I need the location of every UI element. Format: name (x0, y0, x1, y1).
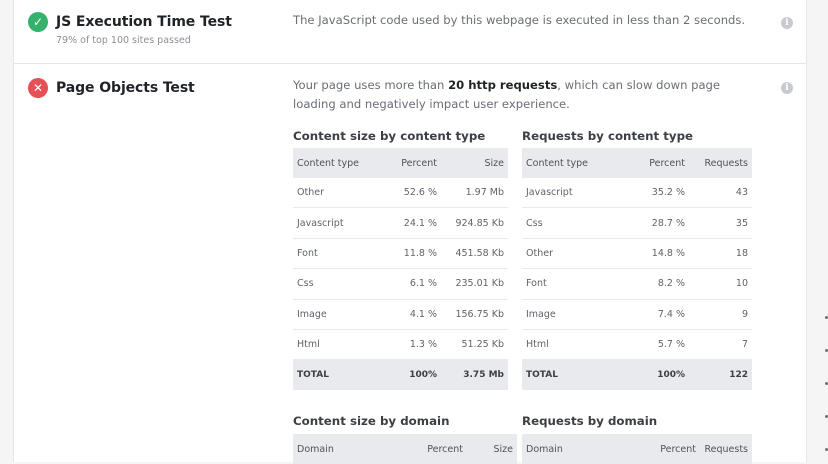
table-row: Other 14.8 % 18 (522, 238, 752, 270)
table-header: Domain Percent Size (293, 434, 517, 464)
table-cell: 5.7 % (612, 329, 689, 361)
table-cell: 10 (689, 268, 752, 300)
table-cell: Font (293, 238, 383, 270)
table-cell: 35 (689, 207, 752, 239)
table-header: Content type Percent Requests (522, 148, 752, 178)
table-cell: 9 (689, 299, 752, 330)
table-cell: 6.1 % (383, 268, 441, 300)
table-row: Html 1.3 % 51.25 Kb (293, 329, 508, 361)
col-header: Percent (612, 148, 689, 178)
total-cell: TOTAL (293, 359, 383, 390)
col-header: Percent (383, 148, 441, 178)
size-by-domain-table: Domain Percent Size (293, 434, 517, 464)
table-cell: 924.85 Kb (441, 207, 508, 239)
x-icon: ✕ (28, 78, 48, 98)
table-row: Image 7.4 % 9 (522, 299, 752, 330)
table-cell: 18 (689, 238, 752, 270)
size-by-type-table: Content type Percent Size Other 52.6 % 1.9… (293, 148, 508, 390)
seo-report-panel: ✓ JS Execution Time Test 79% of top 100 … (13, 0, 807, 464)
requests-by-domain-title: Requests by domain (522, 414, 658, 428)
col-header: Size (467, 434, 517, 464)
table-row: Font 11.8 % 451.58 Kb (293, 238, 508, 270)
total-cell: 100% (383, 359, 441, 390)
col-header: Domain (522, 434, 616, 464)
total-cell: 100% (612, 359, 689, 390)
table-row: Font 8.2 % 10 (522, 268, 752, 300)
table-cell: Css (522, 207, 612, 239)
table-row: Other 52.6 % 1.97 Mb (293, 178, 508, 209)
check-icon: ✓ (28, 12, 48, 32)
info-icon[interactable]: i (781, 82, 793, 94)
table-cell: Javascript (522, 178, 612, 209)
col-header: Requests (700, 434, 752, 464)
col-header: Domain (293, 434, 387, 464)
table-cell: 51.25 Kb (441, 329, 508, 361)
size-by-domain-title: Content size by domain (293, 414, 450, 428)
total-cell: TOTAL (522, 359, 612, 390)
total-cell: 3.75 Mb (441, 359, 508, 390)
table-cell: 14.8 % (612, 238, 689, 270)
table-cell: 11.8 % (383, 238, 441, 270)
table-row: Html 5.7 % 7 (522, 329, 752, 361)
col-header: Content type (522, 148, 612, 178)
col-header: Percent (616, 434, 700, 464)
size-by-type-title: Content size by content type (293, 129, 486, 143)
table-cell: 52.6 % (383, 178, 441, 209)
requests-by-domain-table: Domain Percent Requests (522, 434, 752, 464)
table-cell: Other (293, 178, 383, 209)
table-row: Javascript 35.2 % 43 (522, 178, 752, 209)
table-cell: 8.2 % (612, 268, 689, 300)
table-cell: 35.2 % (612, 178, 689, 209)
row-divider (14, 63, 806, 64)
desc-text: Your page uses more than (293, 78, 449, 92)
table-row: Css 28.7 % 35 (522, 207, 752, 239)
table-body: Javascript 35.2 % 43 Css 28.7 % 35 Other 14.8 %… (522, 178, 752, 390)
table-cell: Html (522, 329, 612, 361)
table-row: Image 4.1 % 156.75 Kb (293, 299, 508, 330)
js-test-subtitle: 79% of top 100 sites passed (56, 35, 191, 46)
col-header: Requests (689, 148, 752, 178)
col-header: Size (441, 148, 508, 178)
table-body: Other 52.6 % 1.97 Mb Javascript 24.1 % 924.85… (293, 178, 508, 390)
table-cell: Image (522, 299, 612, 330)
table-cell: 4.1 % (383, 299, 441, 330)
js-test-title: JS Execution Time Test (56, 14, 232, 30)
table-header: Content type Percent Size (293, 148, 508, 178)
table-cell: 7 (689, 329, 752, 361)
total-row: TOTAL 100% 122 (522, 359, 752, 390)
table-cell: Other (522, 238, 612, 270)
col-header: Percent (387, 434, 467, 464)
objects-test-title: Page Objects Test (56, 80, 195, 96)
desc-highlight: 20 http requests (448, 78, 558, 92)
table-cell: 451.58 Kb (441, 238, 508, 270)
table-cell: 156.75 Kb (441, 299, 508, 330)
info-icon[interactable]: i (781, 17, 793, 29)
total-cell: 122 (689, 359, 752, 390)
table-row: Css 6.1 % 235.01 Kb (293, 268, 508, 300)
table-cell: 1.3 % (383, 329, 441, 361)
requests-by-type-title: Requests by content type (522, 129, 694, 143)
objects-test-description: Your page uses more than 20 http request… (293, 76, 763, 114)
table-cell: Css (293, 268, 383, 300)
table-cell: 235.01 Kb (441, 268, 508, 300)
table-cell: Html (293, 329, 383, 361)
table-cell: Font (522, 268, 612, 300)
table-row: Javascript 24.1 % 924.85 Kb (293, 207, 508, 239)
table-cell: 7.4 % (612, 299, 689, 330)
table-cell: 28.7 % (612, 207, 689, 239)
js-test-description: The JavaScript code used by this webpage… (293, 13, 746, 27)
table-cell: 43 (689, 178, 752, 209)
col-header: Content type (293, 148, 383, 178)
table-cell: 1.97 Mb (441, 178, 508, 209)
table-cell: Javascript (293, 207, 383, 239)
requests-by-type-table: Content type Percent Requests Javascript… (522, 148, 752, 390)
table-cell: Image (293, 299, 383, 330)
table-cell: 24.1 % (383, 207, 441, 239)
table-header: Domain Percent Requests (522, 434, 752, 464)
total-row: TOTAL 100% 3.75 Mb (293, 359, 508, 390)
